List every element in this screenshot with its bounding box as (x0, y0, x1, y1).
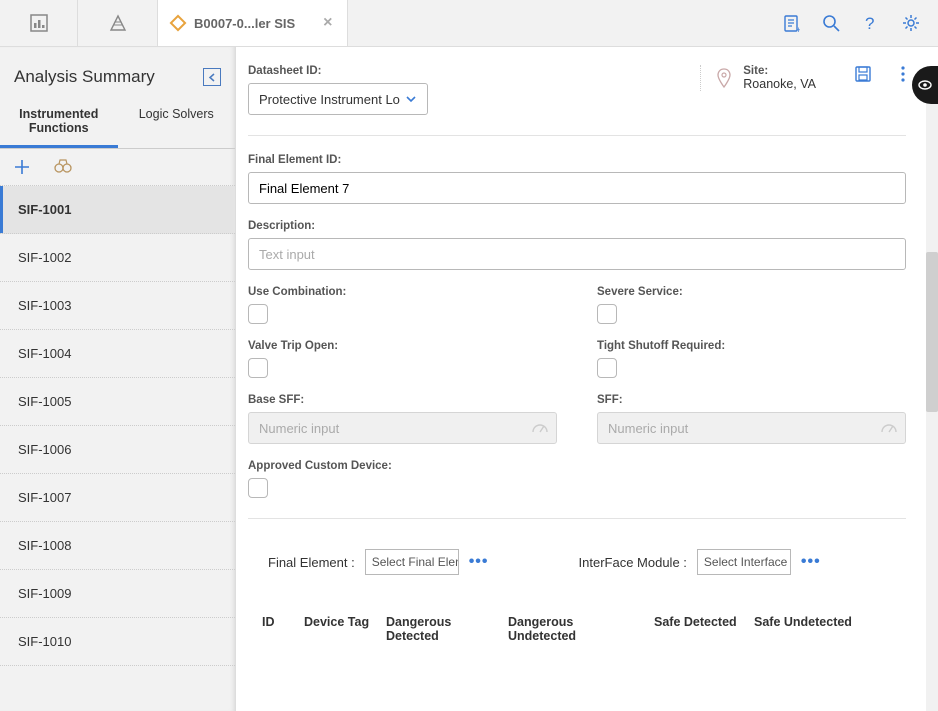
toolbar-spacer (348, 0, 764, 46)
gauge-icon (531, 420, 549, 434)
description-label: Description: (248, 220, 906, 232)
pyramid-icon (109, 14, 127, 32)
table-header-row: ID Device Tag Dangerous Detected Dangero… (248, 601, 906, 657)
active-document-tab[interactable]: B0007-0...ler SIS × (158, 0, 348, 46)
col-id: ID (262, 615, 304, 643)
search-icon[interactable] (822, 14, 840, 32)
diamond-icon (170, 15, 187, 32)
site-label: Site: (743, 65, 816, 77)
col-dangerous-undetected: Dangerous Undetected (508, 615, 654, 643)
base-sff-label: Base SFF: (248, 394, 557, 406)
gauge-icon (880, 420, 898, 434)
site-value: Roanoke, VA (743, 77, 816, 91)
chart-icon (30, 14, 48, 32)
help-icon[interactable]: ? (862, 14, 880, 32)
approved-custom-checkbox[interactable] (248, 478, 268, 498)
col-device-tag: Device Tag (304, 615, 386, 643)
sidebar-title: Analysis Summary (14, 67, 155, 87)
description-input[interactable] (248, 238, 906, 270)
tight-shutoff-label: Tight Shutoff Required: (597, 340, 906, 352)
final-element-id-label: Final Element ID: (248, 154, 906, 166)
final-element-select-label: Final Element : (268, 555, 355, 570)
sidebar-collapse-button[interactable] (203, 68, 221, 86)
divider (248, 135, 906, 136)
scrollbar-thumb[interactable] (926, 252, 938, 412)
base-sff-input[interactable] (248, 412, 557, 444)
svg-text:+: + (796, 25, 800, 32)
tab-label: B0007-0...ler SIS (194, 16, 295, 31)
chevron-down-icon (405, 93, 417, 105)
more-vertical-icon[interactable] (900, 65, 906, 83)
final-element-select[interactable]: Select Final Elem (365, 549, 459, 575)
sidebar: Analysis Summary Instrumented Functions … (0, 47, 236, 711)
datasheet-select[interactable]: Protective Instrument Lo (248, 83, 428, 115)
col-dangerous-detected: Dangerous Detected (386, 615, 508, 643)
nav-dashboard-tab[interactable] (0, 0, 78, 46)
final-element-more-button[interactable]: ••• (469, 553, 489, 571)
tab-instrumented-functions[interactable]: Instrumented Functions (0, 101, 118, 148)
sidebar-item[interactable]: SIF-1003 (0, 282, 235, 330)
col-safe-undetected: Safe Undetected (754, 615, 864, 643)
svg-text:?: ? (865, 14, 874, 32)
final-element-id-input[interactable] (248, 172, 906, 204)
sidebar-item[interactable]: SIF-1004 (0, 330, 235, 378)
col-safe-detected: Safe Detected (654, 615, 754, 643)
valve-trip-checkbox[interactable] (248, 358, 268, 378)
sidebar-item[interactable]: SIF-1009 (0, 570, 235, 618)
severe-service-checkbox[interactable] (597, 304, 617, 324)
sidebar-item[interactable]: SIF-1008 (0, 522, 235, 570)
use-combination-label: Use Combination: (248, 286, 557, 298)
sidebar-item[interactable]: SIF-1006 (0, 426, 235, 474)
chevron-left-icon (208, 73, 217, 82)
sidebar-list: SIF-1001 SIF-1002 SIF-1003 SIF-1004 SIF-… (0, 186, 235, 711)
eye-icon (917, 77, 933, 93)
severe-service-label: Severe Service: (597, 286, 906, 298)
sidebar-item[interactable]: SIF-1001 (0, 186, 235, 234)
tab-close-button[interactable]: × (323, 14, 332, 32)
content-area: Datasheet ID: Protective Instrument Lo S… (236, 47, 938, 711)
divider (248, 518, 906, 519)
sff-input[interactable] (597, 412, 906, 444)
sidebar-item[interactable]: SIF-1007 (0, 474, 235, 522)
sidebar-item[interactable]: SIF-1005 (0, 378, 235, 426)
sff-label: SFF: (597, 394, 906, 406)
nav-hierarchy-tab[interactable] (78, 0, 158, 46)
interface-more-button[interactable]: ••• (801, 553, 821, 571)
tight-shutoff-checkbox[interactable] (597, 358, 617, 378)
sidebar-item[interactable]: SIF-1002 (0, 234, 235, 282)
sidebar-item[interactable]: SIF-1010 (0, 618, 235, 666)
datasheet-label: Datasheet ID: (248, 65, 428, 77)
binoculars-icon[interactable] (54, 159, 72, 173)
location-pin-icon (715, 67, 733, 89)
clipboard-icon[interactable]: + (782, 14, 800, 32)
add-icon[interactable] (14, 159, 30, 175)
interface-select[interactable]: Select Interface (697, 549, 791, 575)
save-icon[interactable] (854, 65, 872, 83)
interface-select-label: InterFace Module : (579, 555, 687, 570)
use-combination-checkbox[interactable] (248, 304, 268, 324)
approved-custom-label: Approved Custom Device: (248, 460, 906, 472)
datasheet-value: Protective Instrument Lo (259, 92, 400, 107)
valve-trip-label: Valve Trip Open: (248, 340, 557, 352)
tab-logic-solvers[interactable]: Logic Solvers (118, 101, 236, 148)
settings-gear-icon[interactable] (902, 14, 920, 32)
